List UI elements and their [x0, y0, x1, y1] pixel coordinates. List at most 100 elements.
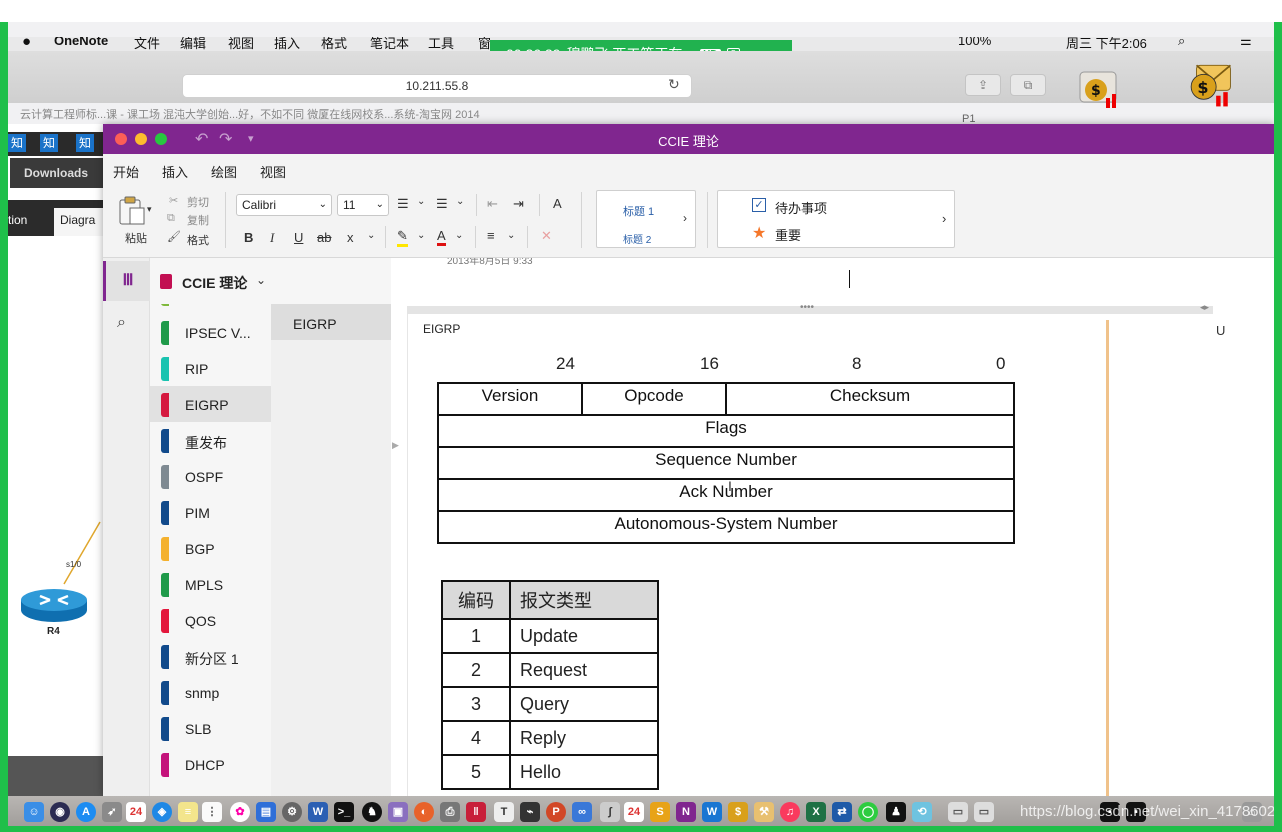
section-item-snmp[interactable]: snmp: [150, 674, 271, 710]
printer-icon[interactable]: ⎙: [440, 802, 460, 822]
menu-insert[interactable]: 插入: [274, 37, 300, 51]
format-painter-label[interactable]: 格式: [187, 232, 209, 248]
powerpoint-icon[interactable]: P: [546, 802, 566, 822]
resize-handle-icon[interactable]: ◂▸: [1200, 302, 1209, 313]
app-store-icon[interactable]: A: [76, 802, 96, 822]
clear-formatting-icon[interactable]: A: [553, 196, 562, 211]
paste-label[interactable]: 粘贴: [125, 230, 147, 246]
align-icon[interactable]: ≡: [487, 228, 495, 243]
window-icon[interactable]: ▭: [974, 802, 994, 822]
screenshot-icon[interactable]: ▭: [948, 802, 968, 822]
menu-edit[interactable]: 编辑: [180, 37, 206, 51]
font-family-select[interactable]: Calibri ⌄: [236, 194, 332, 216]
background-tab-diagram[interactable]: Diagra: [54, 208, 104, 236]
chevron-right-icon[interactable]: ›: [942, 211, 946, 226]
tab-insert[interactable]: 插入: [162, 162, 188, 181]
downloads-button[interactable]: Downloads: [10, 158, 103, 188]
increase-indent-icon[interactable]: ⇥: [513, 196, 524, 212]
safari-icon[interactable]: ◈: [152, 802, 172, 822]
zhi-button-3[interactable]: 知: [76, 134, 94, 152]
word-icon[interactable]: W: [308, 802, 328, 822]
reminders-icon[interactable]: ⋮: [202, 802, 222, 822]
copy-label[interactable]: 复制: [187, 212, 209, 228]
menu-notebook[interactable]: 笔记本: [370, 37, 409, 51]
penguin-icon[interactable]: ♟: [886, 802, 906, 822]
page-item-eigrp[interactable]: EIGRP: [271, 304, 391, 340]
page-canvas[interactable]: 2013年8月5日 9:33 •••• ◂▸ EIGRP 24 16 8 0 V…: [391, 258, 1274, 796]
section-item-dhcp[interactable]: DHCP: [150, 746, 271, 782]
menubar-clock[interactable]: 周三 下午2:06: [1066, 37, 1147, 51]
preview-icon[interactable]: ▣: [388, 802, 408, 822]
zhi-button-2[interactable]: 知: [40, 134, 58, 152]
section-item-ospf[interactable]: OSPF: [150, 458, 271, 494]
chrome-icon[interactable]: ◯: [858, 802, 878, 822]
apple-icon[interactable]: ●: [22, 37, 31, 50]
style-heading-1[interactable]: 标题 1: [623, 203, 654, 219]
notebooks-icon[interactable]: Ⅲ: [103, 261, 150, 301]
calendar-icon[interactable]: 24: [126, 802, 146, 822]
note-container[interactable]: EIGRP 24 16 8 0 Version Opcode Checksum …: [407, 314, 1213, 796]
notes-icon[interactable]: ≡: [178, 802, 198, 822]
activity-monitor-icon[interactable]: ⌁: [520, 802, 540, 822]
money-mail-dock-icon[interactable]: $: [728, 802, 748, 822]
styles-gallery[interactable]: 标题 1 标题 2 ›: [596, 190, 696, 248]
section-item-mpls[interactable]: MPLS: [150, 566, 271, 602]
menubar-app-name[interactable]: OneNote: [54, 37, 108, 48]
paste-options-icon[interactable]: ▾: [147, 204, 152, 215]
money-mail-icon-large[interactable]: $: [1184, 60, 1234, 110]
reload-icon[interactable]: ↻: [668, 76, 686, 94]
tools-icon[interactable]: ⚒: [754, 802, 774, 822]
checkbox-icon[interactable]: ✓: [752, 198, 766, 212]
note-container-handle[interactable]: •••• ◂▸: [407, 302, 1213, 314]
section-item-bgp[interactable]: BGP: [150, 530, 271, 566]
menu-view[interactable]: 视图: [228, 37, 254, 51]
battery-percent[interactable]: 100%: [958, 37, 991, 48]
copy-icon[interactable]: ⧉: [167, 212, 175, 225]
chevron-down-icon[interactable]: ⌄: [417, 196, 425, 207]
font-color-icon[interactable]: A: [437, 228, 446, 246]
section-item-eigrp[interactable]: EIGRP: [150, 386, 271, 422]
section-item-ipsec[interactable]: IPSEC V...: [150, 314, 271, 350]
parallels-icon[interactable]: ‖: [466, 802, 486, 822]
tag-todo[interactable]: 待办事项: [775, 198, 827, 217]
format-painter-icon[interactable]: 🖌: [167, 230, 181, 243]
vscode-icon[interactable]: W: [702, 802, 722, 822]
finder-icon[interactable]: ☺: [24, 802, 44, 822]
money-mail-icon[interactable]: $: [1074, 64, 1124, 114]
chevron-right-icon[interactable]: ›: [683, 211, 687, 225]
chevron-down-icon[interactable]: ⌄: [456, 196, 464, 207]
baidu-icon[interactable]: ∞: [572, 802, 592, 822]
tab-draw[interactable]: 绘图: [211, 162, 237, 181]
cut-label[interactable]: 剪切: [187, 194, 209, 210]
star-icon[interactable]: ★: [752, 223, 766, 243]
bold-button[interactable]: B: [244, 230, 253, 245]
strikethrough-button[interactable]: ab: [317, 230, 331, 245]
collapse-pane-icon[interactable]: ▶: [392, 440, 399, 451]
menu-format[interactable]: 格式: [321, 37, 347, 51]
menu-tools[interactable]: 工具: [428, 37, 454, 51]
photos-icon[interactable]: ✿: [230, 802, 250, 822]
system-preferences-icon[interactable]: ⚙: [282, 802, 302, 822]
siri-icon[interactable]: ◉: [50, 802, 70, 822]
remote-icon[interactable]: ⇄: [832, 802, 852, 822]
chevron-down-icon[interactable]: ⌄: [256, 273, 266, 287]
section-item-qos[interactable]: QOS: [150, 602, 271, 638]
tab-overview-button[interactable]: ⧉: [1010, 74, 1046, 96]
notification-center-icon[interactable]: ☰: [1240, 37, 1252, 49]
share-button[interactable]: ⇪: [965, 74, 1001, 96]
bullets-icon[interactable]: ☰: [397, 196, 409, 212]
browser-address-field[interactable]: 10.211.55.8: [182, 74, 692, 98]
script-icon[interactable]: ∫: [600, 802, 620, 822]
underline-button[interactable]: U: [294, 230, 303, 245]
clipboard-icon[interactable]: [117, 196, 147, 226]
zhi-button-1[interactable]: 知: [8, 134, 26, 152]
background-tab-1[interactable]: tion: [8, 208, 50, 236]
launchpad-icon[interactable]: ➶: [102, 802, 122, 822]
terminal-icon[interactable]: >_: [334, 802, 354, 822]
section-item-slb[interactable]: SLB: [150, 710, 271, 746]
spotlight-icon[interactable]: ⌕: [1178, 37, 1185, 49]
chevron-down-icon[interactable]: ⌄: [507, 230, 515, 241]
scissors-icon[interactable]: ✂: [169, 194, 178, 207]
sync-icon[interactable]: ⟲: [912, 802, 932, 822]
menu-file[interactable]: 文件: [134, 37, 160, 51]
